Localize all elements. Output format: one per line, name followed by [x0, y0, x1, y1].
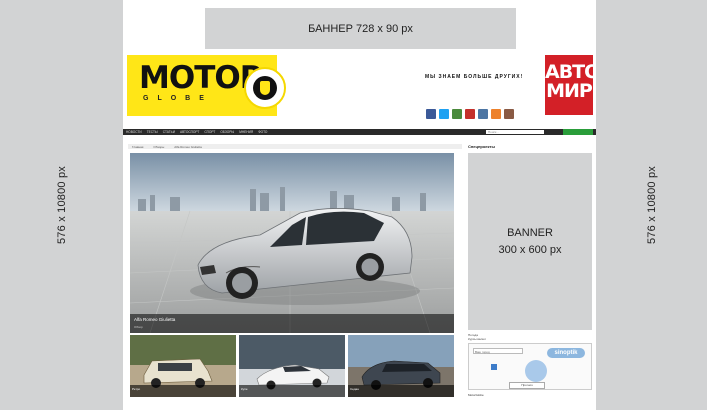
nav-item[interactable]: ОБЗОРЫ — [220, 130, 234, 134]
hero-caption[interactable]: Alfa Romeo Giulietta Обзор — [130, 314, 454, 333]
main-nav: НОВОСТИ ТЕСТЫ СТАТЬИ АВТОСПОРТ СПОРТ ОБЗ… — [123, 129, 596, 135]
breadcrumb: Главная Обзоры Alfa Romeo Giulietta — [128, 144, 462, 149]
hero-image[interactable]: Alfa Romeo Giulietta Обзор — [130, 153, 454, 333]
thumbnail-caption: Ретро — [130, 385, 236, 397]
article-thumbnail[interactable]: Купе — [239, 335, 345, 397]
partner-logo[interactable]: АВТО МИР — [545, 55, 596, 115]
right-sidebar-banner[interactable]: BANNER 300 x 600 px — [468, 153, 592, 330]
gplus-icon[interactable] — [452, 109, 462, 119]
sidebar-line: Курсы валют — [468, 337, 486, 341]
social-links — [426, 109, 514, 119]
right-side-banner-size: 576 x 10800 px — [645, 165, 658, 245]
facebook-icon[interactable] — [426, 109, 436, 119]
nav-item[interactable]: СТАТЬИ — [163, 130, 175, 134]
breadcrumb-item[interactable]: Главная — [132, 145, 143, 149]
widget-brand: sinoptik — [547, 348, 585, 358]
footer-text: MotorGlobe — [468, 393, 484, 397]
right-banner-line2: 300 x 600 px — [498, 243, 562, 256]
breadcrumb-item[interactable]: Обзоры — [153, 145, 164, 149]
instagram-icon[interactable] — [504, 109, 514, 119]
header-slogan: МЫ ЗНАЕМ БОЛЬШЕ ДРУГИХ! — [425, 74, 524, 80]
thumbnail-caption: Седан — [348, 385, 454, 397]
right-banner-line1: BANNER — [507, 226, 553, 239]
odnoklassniki-icon[interactable] — [491, 109, 501, 119]
thumbnail-caption: Купе — [239, 385, 345, 397]
nav-item[interactable]: ТЕСТЫ — [147, 130, 158, 134]
hero-car-illustration — [130, 153, 454, 333]
hero-caption-title: Alfa Romeo Giulietta — [134, 317, 176, 322]
left-side-banner[interactable]: 576 x 10800 px — [0, 0, 123, 410]
forecast-button[interactable]: Прогноз — [509, 382, 545, 389]
city-field[interactable]: Ваш город — [473, 348, 523, 354]
thermometer-icon — [491, 364, 497, 370]
article-thumbnail[interactable]: Ретро — [130, 335, 236, 397]
piston-icon — [244, 67, 286, 109]
site-logo[interactable]: MOTOR GLOBE — [127, 55, 286, 116]
search-button[interactable] — [563, 129, 593, 135]
weather-widget[interactable]: Ваш город sinoptik Прогноз — [468, 343, 592, 390]
site-page: БАННЕР 728 x 90 px MOTOR GLOBE МЫ ЗНАЕМ … — [123, 0, 596, 410]
right-side-banner[interactable]: 576 x 10800 px — [596, 0, 707, 410]
breadcrumb-item: Alfa Romeo Giulietta — [174, 144, 202, 149]
nav-item[interactable]: АВТОСПОРТ — [180, 130, 199, 134]
vk-icon[interactable] — [478, 109, 488, 119]
weather-icon — [525, 360, 547, 382]
article-thumbnails: Ретро Купе Седан — [130, 335, 454, 397]
search-input[interactable]: Поиск... — [486, 130, 544, 134]
logo-subtitle: GLOBE — [143, 95, 213, 102]
partner-line2: МИР — [546, 80, 593, 102]
nav-item[interactable]: МНЕНИЯ — [239, 130, 253, 134]
top-banner[interactable]: БАННЕР 728 x 90 px — [205, 8, 516, 49]
sidebar-text: Погода Курсы валют — [468, 333, 486, 341]
nav-item[interactable]: СПОРТ — [204, 130, 215, 134]
youtube-icon[interactable] — [465, 109, 475, 119]
nav-item[interactable]: ФОТО — [258, 130, 267, 134]
nav-item[interactable]: НОВОСТИ — [126, 130, 142, 134]
sidebar-title: Спецпроекты — [468, 144, 495, 149]
left-side-banner-size: 576 x 10800 px — [55, 165, 68, 245]
hero-caption-sub: Обзор — [134, 325, 143, 329]
article-thumbnail[interactable]: Седан — [348, 335, 454, 397]
twitter-icon[interactable] — [439, 109, 449, 119]
